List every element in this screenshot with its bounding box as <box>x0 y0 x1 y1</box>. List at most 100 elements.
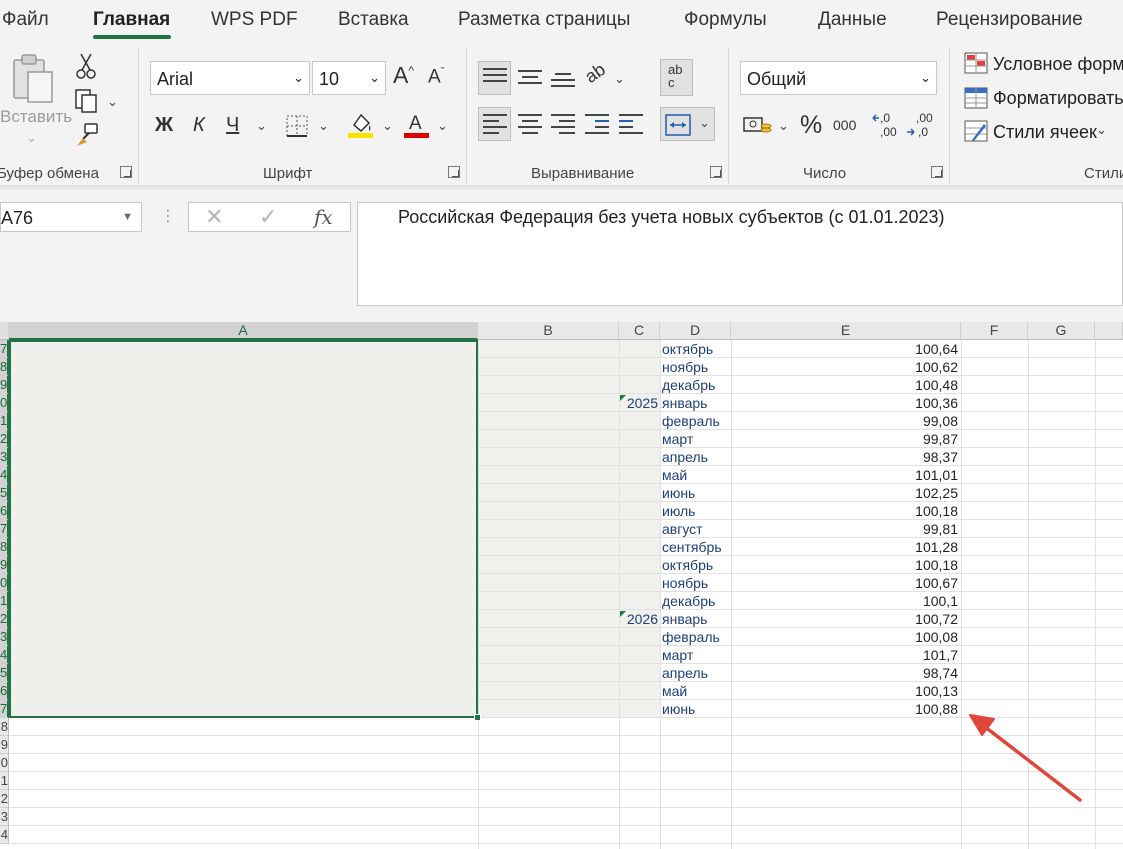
formula-input[interactable]: Российская Федерация без учета новых суб… <box>357 202 1123 306</box>
merge-center-button[interactable]: ⌄ <box>660 107 715 141</box>
row-header[interactable]: 3 <box>0 448 9 466</box>
value-cell[interactable]: 100,08 <box>731 628 958 646</box>
column-header-c[interactable]: C <box>619 322 660 340</box>
value-cell[interactable]: 101,01 <box>731 466 958 484</box>
month-cell[interactable]: февраль <box>662 628 720 646</box>
month-cell[interactable]: февраль <box>662 412 720 430</box>
selected-range[interactable] <box>9 340 478 718</box>
bold-button[interactable]: Ж <box>155 115 173 135</box>
month-cell[interactable]: март <box>662 430 693 448</box>
row-header[interactable]: 5 <box>0 664 9 682</box>
font-launcher-icon[interactable] <box>448 166 460 178</box>
month-cell[interactable]: май <box>662 682 687 700</box>
fill-handle[interactable] <box>474 714 481 721</box>
row-header[interactable]: 6 <box>0 682 9 700</box>
wrap-text-button[interactable]: ab c <box>660 59 693 96</box>
alignment-launcher-icon[interactable] <box>710 166 722 178</box>
name-box[interactable]: A76 ▼ <box>0 202 142 232</box>
value-cell[interactable]: 100,72 <box>731 610 958 628</box>
value-cell[interactable]: 99,81 <box>731 520 958 538</box>
decrease-decimal-icon[interactable]: ,00 ,0 <box>906 110 936 140</box>
number-format-select[interactable]: Общий ⌄ <box>740 61 937 95</box>
currency-format-icon[interactable] <box>743 113 773 137</box>
value-cell[interactable]: 101,28 <box>731 538 958 556</box>
row-header[interactable]: 6 <box>0 502 9 520</box>
format-as-table-button[interactable]: Форматировать <box>993 88 1123 109</box>
underline-button[interactable]: Ч <box>226 115 239 135</box>
month-cell[interactable]: ноябрь <box>662 358 708 376</box>
cell-styles-button[interactable]: Стили ячеек <box>993 122 1097 143</box>
fill-color-icon[interactable] <box>347 111 375 139</box>
row-header[interactable]: 8 <box>0 358 9 376</box>
font-color-dropdown-icon[interactable]: ⌄ <box>437 118 448 134</box>
row-header[interactable]: 7 <box>0 700 9 718</box>
number-launcher-icon[interactable] <box>931 166 943 178</box>
month-cell[interactable]: март <box>662 646 693 664</box>
month-cell[interactable]: сентябрь <box>662 538 722 556</box>
font-name-select[interactable]: Arial ⌄ <box>150 61 310 95</box>
clipboard-launcher-icon[interactable] <box>120 166 132 178</box>
align-center-icon[interactable] <box>518 114 542 134</box>
row-header[interactable]: 2 <box>0 430 9 448</box>
value-cell[interactable]: 100,1 <box>731 592 958 610</box>
value-cell[interactable]: 100,36 <box>731 394 958 412</box>
paste-button-label[interactable]: Вставить <box>0 107 72 127</box>
month-cell[interactable]: октябрь <box>662 340 713 358</box>
row-header[interactable]: 9 <box>0 736 9 754</box>
row-header[interactable]: 5 <box>0 484 9 502</box>
increase-indent-icon[interactable] <box>619 114 643 134</box>
tab-wps-pdf[interactable]: WPS PDF <box>211 9 298 31</box>
value-cell[interactable]: 100,64 <box>731 340 958 358</box>
align-right-icon[interactable] <box>551 114 575 134</box>
orientation-dropdown-icon[interactable]: ⌄ <box>614 71 625 87</box>
row-header[interactable]: 0 <box>0 574 9 592</box>
shrink-font-icon[interactable]: Aˇ <box>428 67 444 87</box>
tab-home[interactable]: Главная <box>93 9 170 31</box>
row-header[interactable]: 4 <box>0 466 9 484</box>
drag-handle-icon[interactable]: ⋮ <box>160 206 176 226</box>
fill-color-dropdown-icon[interactable]: ⌄ <box>382 118 393 134</box>
align-bottom-icon[interactable] <box>551 73 575 93</box>
copy-dropdown-icon[interactable]: ⌄ <box>107 94 118 110</box>
row-header[interactable]: 0 <box>0 754 9 772</box>
column-header-h[interactable] <box>1095 322 1123 340</box>
value-cell[interactable]: 101,7 <box>731 646 958 664</box>
currency-dropdown-icon[interactable]: ⌄ <box>778 118 789 134</box>
value-cell[interactable]: 100,18 <box>731 502 958 520</box>
value-cell[interactable]: 100,88 <box>731 700 958 718</box>
month-cell[interactable]: ноябрь <box>662 574 708 592</box>
row-header[interactable]: 2 <box>0 790 9 808</box>
value-cell[interactable]: 99,87 <box>731 430 958 448</box>
value-cell[interactable]: 98,37 <box>731 448 958 466</box>
month-cell[interactable]: апрель <box>662 448 708 466</box>
tab-page-layout[interactable]: Разметка страницы <box>458 9 630 31</box>
row-header[interactable]: 3 <box>0 628 9 646</box>
underline-dropdown-icon[interactable]: ⌄ <box>256 118 267 134</box>
format-as-table-icon[interactable] <box>964 87 988 109</box>
month-cell[interactable]: август <box>662 520 703 538</box>
value-cell[interactable]: 100,67 <box>731 574 958 592</box>
row-header[interactable]: 9 <box>0 376 9 394</box>
grow-font-icon[interactable]: A^ <box>393 64 414 87</box>
align-middle-icon[interactable] <box>518 70 542 90</box>
value-cell[interactable]: 100,13 <box>731 682 958 700</box>
row-header[interactable]: 8 <box>0 538 9 556</box>
month-cell[interactable]: июль <box>662 502 695 520</box>
row-header[interactable]: 1 <box>0 592 9 610</box>
cell-styles-dropdown-icon[interactable]: ⌄ <box>1096 122 1107 138</box>
decrease-indent-icon[interactable] <box>585 114 609 134</box>
cut-icon[interactable] <box>75 52 97 80</box>
value-cell[interactable]: 99,08 <box>731 412 958 430</box>
conditional-formatting-icon[interactable] <box>964 52 988 74</box>
column-header-b[interactable]: B <box>478 322 619 340</box>
font-color-icon[interactable]: A <box>403 111 431 139</box>
font-size-select[interactable]: 10 ⌄ <box>312 61 386 95</box>
percent-style-button[interactable]: % <box>800 113 822 138</box>
column-header-a[interactable]: A <box>9 322 478 340</box>
tab-data[interactable]: Данные <box>818 9 887 31</box>
cancel-icon[interactable]: ✕ <box>205 204 223 230</box>
row-header[interactable]: 0 <box>0 394 9 412</box>
tab-formulas[interactable]: Формулы <box>684 9 767 31</box>
row-header[interactable]: 9 <box>0 556 9 574</box>
column-header-f[interactable]: F <box>961 322 1028 340</box>
